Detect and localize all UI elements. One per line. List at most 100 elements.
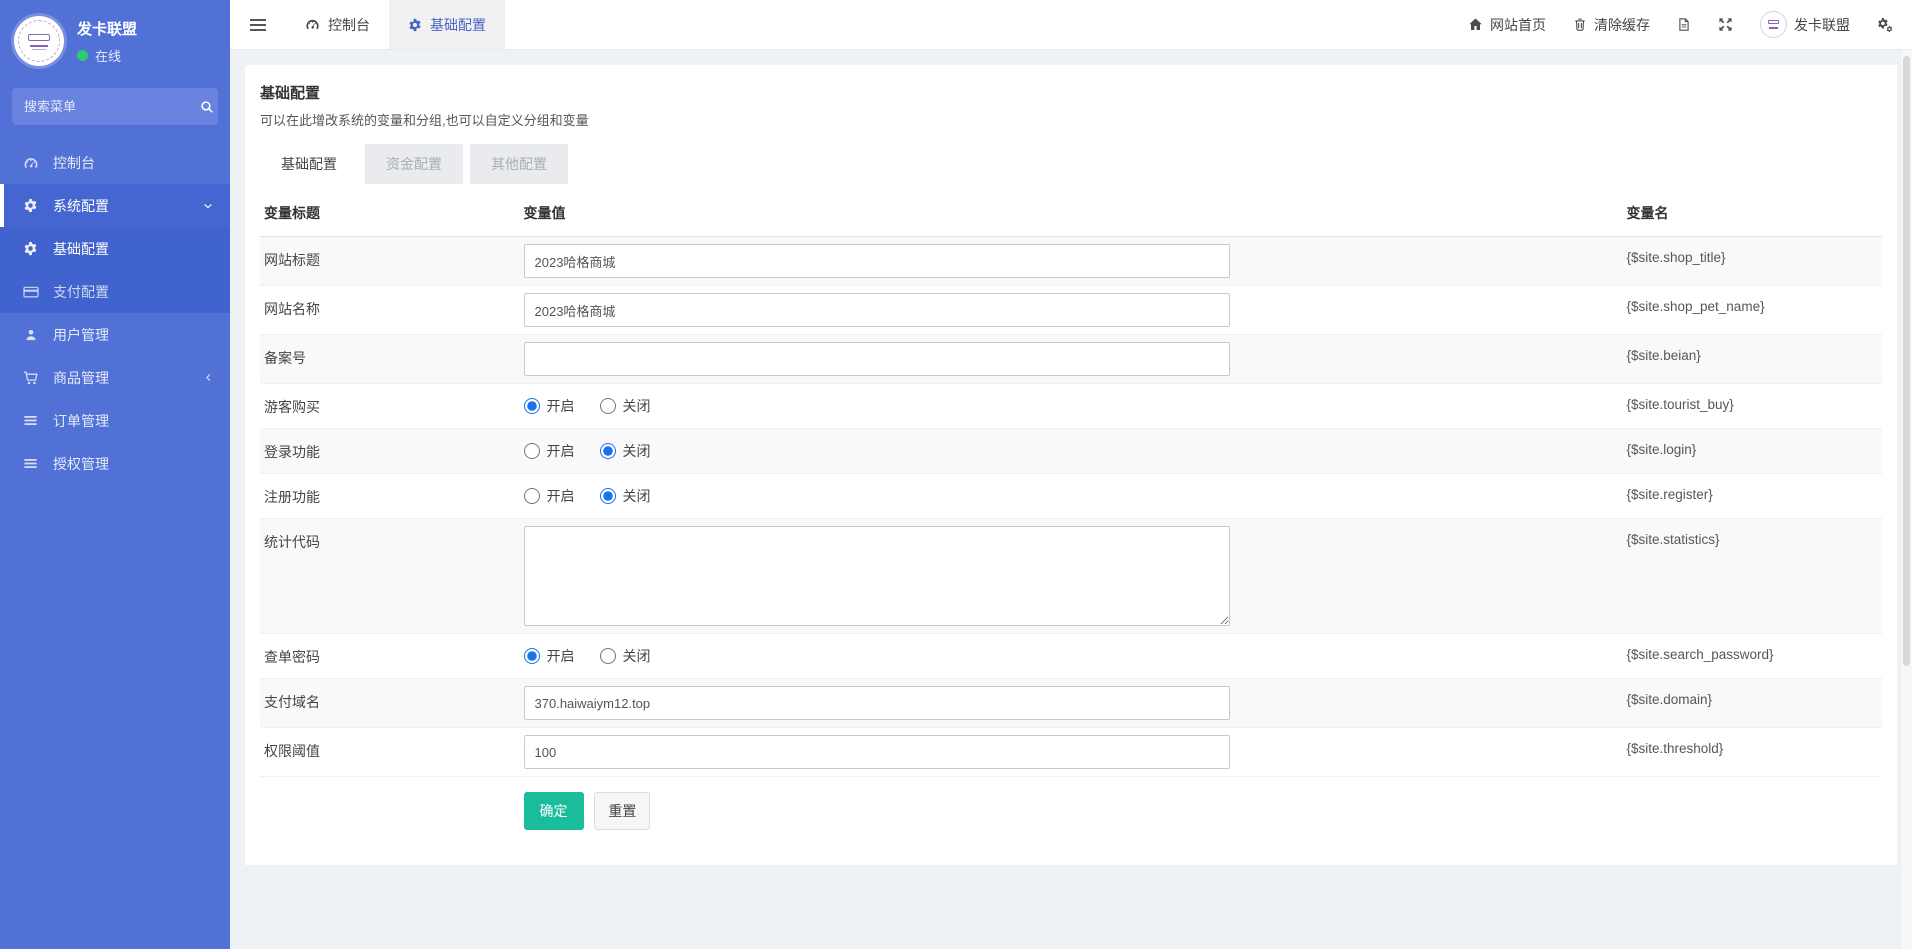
gauge-icon — [21, 155, 40, 171]
list-icon — [21, 456, 40, 471]
var-name: {$site.statistics} — [1622, 519, 1882, 634]
beian-input[interactable] — [524, 342, 1230, 376]
topbar: 控制台 基础配置 网站首页 清除 — [230, 0, 1912, 50]
cart-icon — [21, 370, 40, 386]
system-config-submenu: 基础配置 支付配置 — [0, 227, 230, 313]
tab-basic[interactable]: 基础配置 — [260, 144, 358, 184]
docs-button[interactable] — [1677, 17, 1691, 32]
button-row: 确定 重置 — [260, 777, 1882, 849]
shop-title-input[interactable] — [524, 244, 1230, 278]
sidebar-item-label: 商品管理 — [53, 368, 109, 388]
var-name: {$site.beian} — [1622, 335, 1882, 384]
list-icon — [21, 413, 40, 428]
radio-label: 开启 — [547, 646, 575, 666]
user-avatar — [1760, 11, 1787, 38]
login-off-radio[interactable] — [600, 443, 616, 459]
statistics-textarea[interactable] — [524, 526, 1230, 626]
tourist-buy-radio-group: 开启 关闭 — [524, 391, 1619, 421]
table-row: 统计代码 {$site.statistics} — [260, 519, 1882, 634]
register-off-radio[interactable] — [600, 488, 616, 504]
fullscreen-button[interactable] — [1718, 17, 1733, 32]
tab-other[interactable]: 其他配置 — [470, 144, 568, 184]
brand-title: 发卡联盟 — [77, 18, 137, 39]
sidebar-item-product-management[interactable]: 商品管理 — [0, 356, 230, 399]
sidebar-item-dashboard[interactable]: 控制台 — [0, 141, 230, 184]
table-row: 游客购买 开启 关闭 {$site.tourist_buy} — [260, 384, 1882, 429]
shop-name-input[interactable] — [524, 293, 1230, 327]
table-row: 注册功能 开启 关闭 {$site.register} — [260, 474, 1882, 519]
radio-label: 关闭 — [623, 646, 651, 666]
reset-button[interactable]: 重置 — [594, 792, 650, 830]
table-header-row: 变量标题 变量值 变量名 — [260, 190, 1882, 237]
sidebar-item-label: 用户管理 — [53, 325, 109, 345]
online-label: 在线 — [95, 46, 121, 65]
var-name: {$site.search_password} — [1622, 634, 1882, 679]
brand-status: 在线 — [77, 46, 137, 65]
gear-icon — [21, 198, 40, 213]
domain-input[interactable] — [524, 686, 1230, 720]
tourist-buy-off-radio[interactable] — [600, 398, 616, 414]
user-icon — [21, 328, 40, 342]
field-label: 游客购买 — [260, 384, 520, 429]
file-icon — [1677, 17, 1691, 32]
menu-search-input[interactable] — [24, 99, 200, 114]
header-var-title: 变量标题 — [260, 190, 520, 237]
fullscreen-icon — [1718, 17, 1733, 32]
threshold-input[interactable] — [524, 735, 1230, 769]
register-radio-group: 开启 关闭 — [524, 481, 1619, 511]
scrollbar-thumb[interactable] — [1903, 56, 1910, 666]
tab-dashboard[interactable]: 控制台 — [286, 0, 389, 49]
submit-button[interactable]: 确定 — [524, 792, 584, 830]
sidebar-item-label: 支付配置 — [53, 282, 109, 302]
sidebar-item-auth-management[interactable]: 授权管理 — [0, 442, 230, 485]
radio-label: 开启 — [547, 486, 575, 506]
sidebar-item-user-management[interactable]: 用户管理 — [0, 313, 230, 356]
brand: 发卡联盟 在线 — [0, 0, 230, 84]
tourist-buy-on-radio[interactable] — [524, 398, 540, 414]
user-menu[interactable]: 发卡联盟 — [1760, 11, 1850, 38]
hamburger-icon[interactable] — [230, 0, 286, 49]
sidebar-item-label: 基础配置 — [53, 239, 109, 259]
login-on-radio[interactable] — [524, 443, 540, 459]
register-on-radio[interactable] — [524, 488, 540, 504]
action-label: 网站首页 — [1490, 15, 1546, 35]
chevron-down-icon — [202, 200, 214, 212]
table-row: 登录功能 开启 关闭 {$site.login} — [260, 429, 1882, 474]
sidebar-item-label: 系统配置 — [53, 196, 109, 216]
vertical-scrollbar[interactable] — [1900, 50, 1912, 949]
site-home-link[interactable]: 网站首页 — [1468, 15, 1546, 35]
var-name: {$site.domain} — [1622, 679, 1882, 728]
field-label: 备案号 — [260, 335, 520, 384]
field-label: 权限阈值 — [260, 728, 520, 777]
settings-button[interactable] — [1877, 17, 1894, 33]
sidebar-item-basic-config[interactable]: 基础配置 — [0, 227, 230, 270]
table-row: 网站名称 {$site.shop_pet_name} — [260, 286, 1882, 335]
tab-basic-config[interactable]: 基础配置 — [389, 0, 505, 49]
sidebar-item-label: 订单管理 — [53, 411, 109, 431]
online-dot-icon — [77, 50, 88, 61]
radio-label: 关闭 — [623, 396, 651, 416]
content-area: 基础配置 可以在此增改系统的变量和分组,也可以自定义分组和变量 基础配置 资金配… — [230, 50, 1912, 949]
sidebar: 发卡联盟 在线 控制台 — [0, 0, 230, 949]
search-password-off-radio[interactable] — [600, 648, 616, 664]
tab-funds[interactable]: 资金配置 — [365, 144, 463, 184]
sidebar-item-label: 控制台 — [53, 153, 95, 173]
sidebar-item-payment-config[interactable]: 支付配置 — [0, 270, 230, 313]
sidebar-item-order-management[interactable]: 订单管理 — [0, 399, 230, 442]
var-name: {$site.threshold} — [1622, 728, 1882, 777]
search-password-radio-group: 开启 关闭 — [524, 641, 1619, 671]
app-window: 发卡联盟 在线 控制台 — [0, 0, 1912, 949]
trash-icon — [1573, 17, 1587, 32]
search-password-on-radio[interactable] — [524, 648, 540, 664]
topbar-actions: 网站首页 清除缓存 — [1468, 0, 1912, 49]
clear-cache-button[interactable]: 清除缓存 — [1573, 15, 1650, 35]
user-name: 发卡联盟 — [1794, 15, 1850, 35]
sidebar-item-system-config[interactable]: 系统配置 — [0, 184, 230, 227]
gear-icon — [21, 241, 40, 256]
page-subtitle: 可以在此增改系统的变量和分组,也可以自定义分组和变量 — [260, 110, 1882, 129]
menu-search[interactable] — [12, 88, 218, 125]
field-label: 登录功能 — [260, 429, 520, 474]
brand-avatar — [14, 16, 64, 66]
page-title: 基础配置 — [260, 82, 1882, 103]
table-row: 备案号 {$site.beian} — [260, 335, 1882, 384]
